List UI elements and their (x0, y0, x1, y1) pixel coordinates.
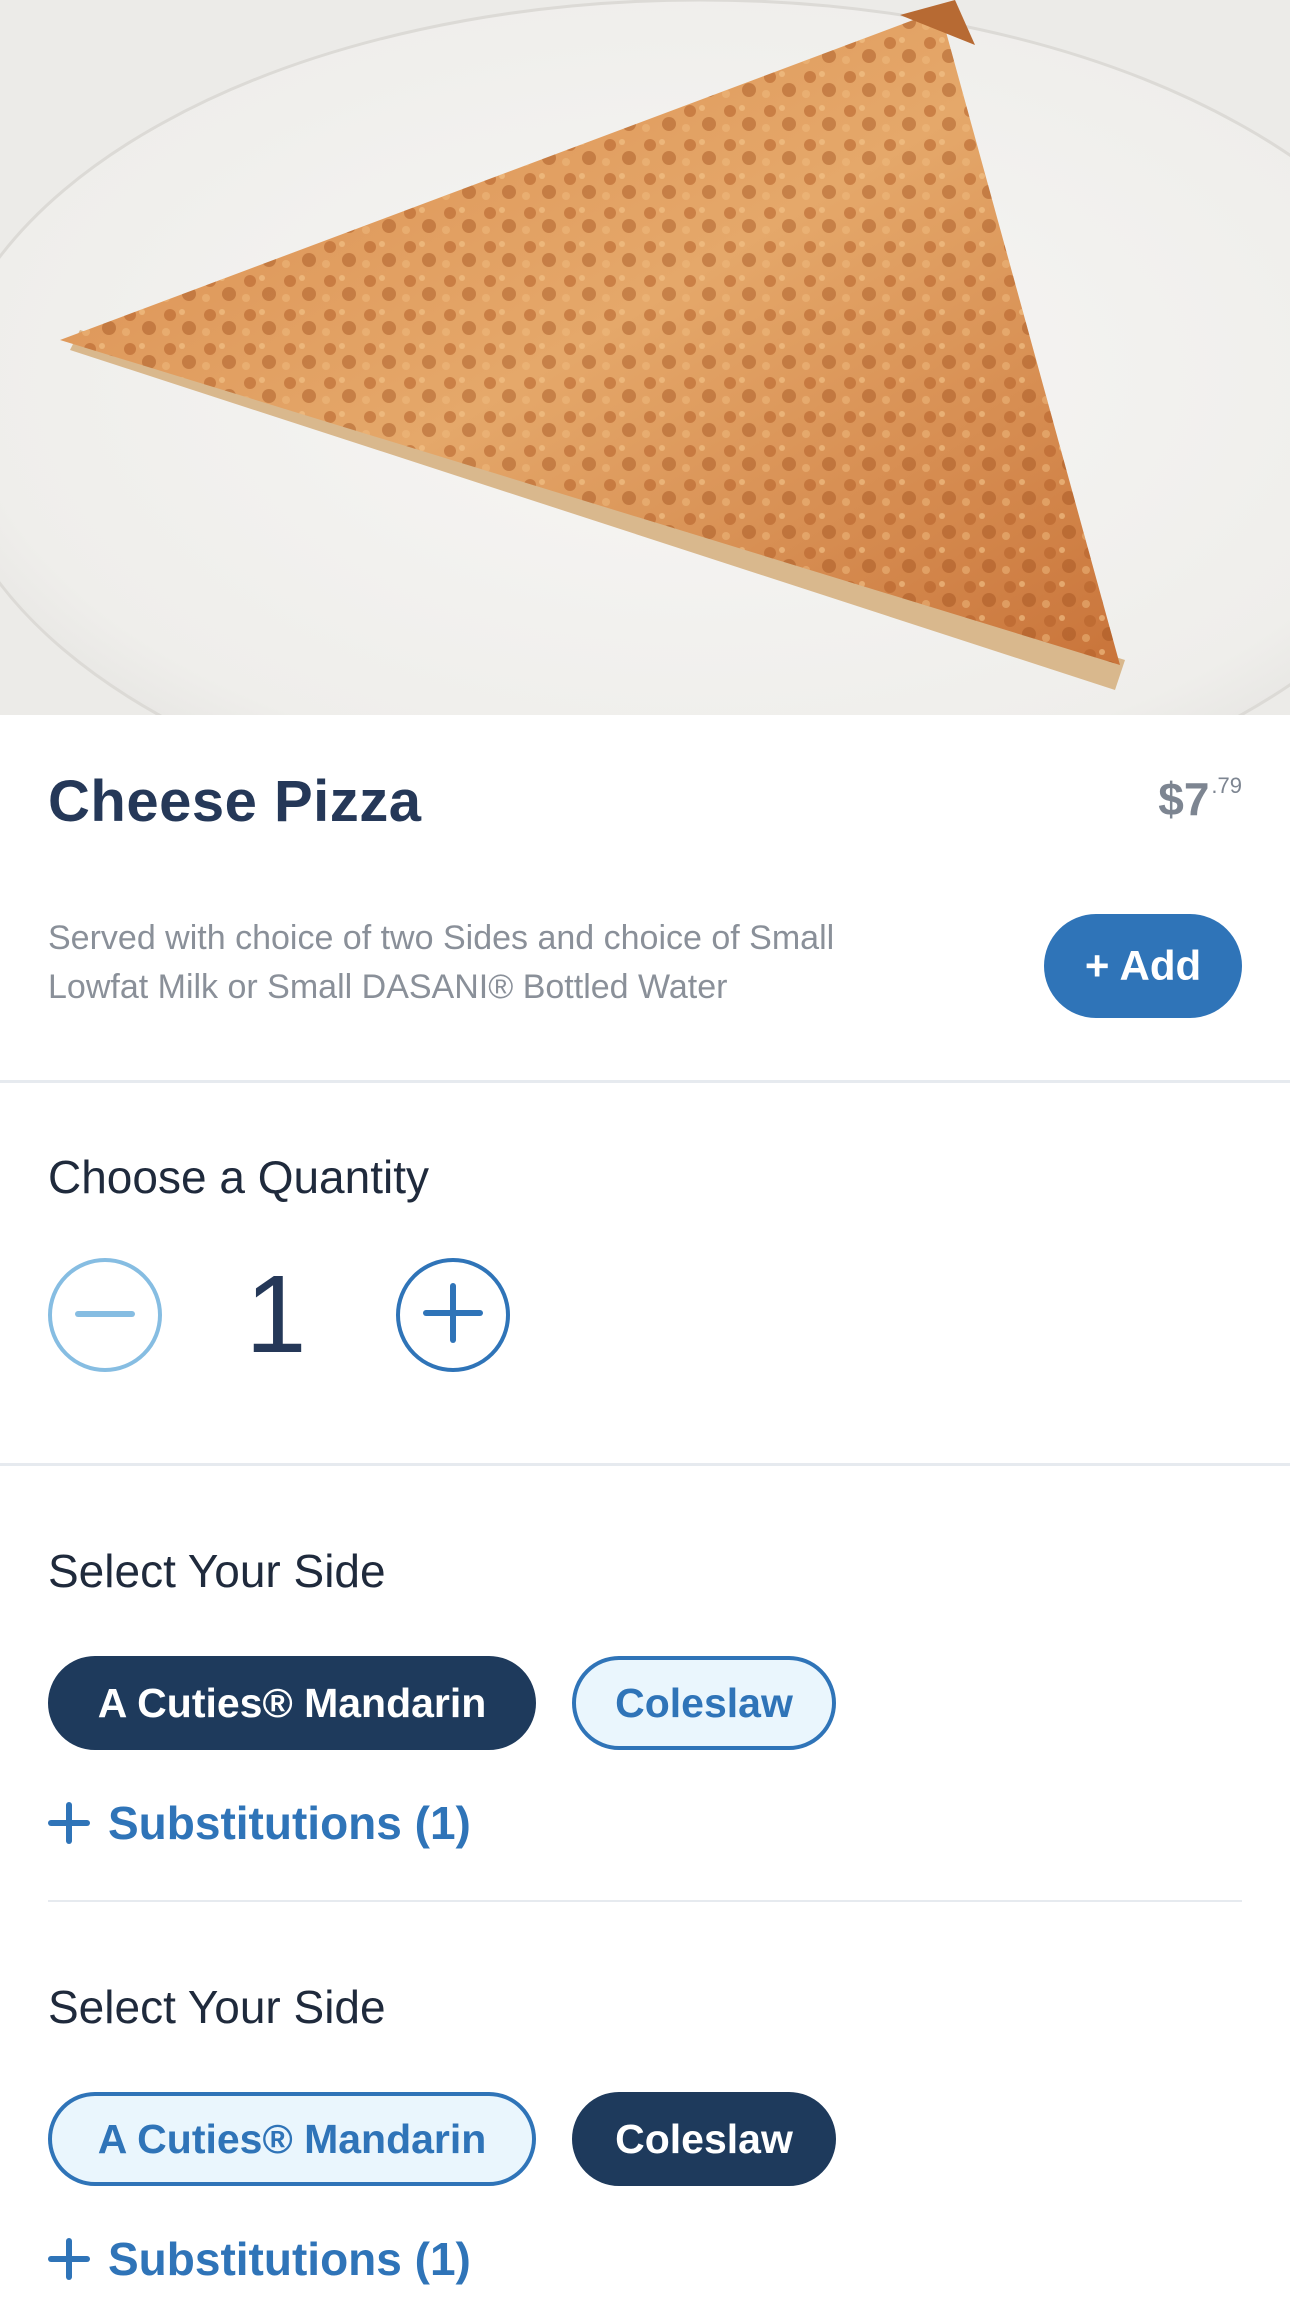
item-photo (0, 0, 1290, 715)
substitutions-label: Substitutions (1) (108, 2233, 471, 2285)
price-cents: .79 (1211, 773, 1242, 798)
side-option-coleslaw[interactable]: Coleslaw (572, 2092, 836, 2186)
add-button[interactable]: + Add (1044, 914, 1242, 1018)
decrease-quantity-button[interactable] (48, 1258, 162, 1372)
minus-circle-icon (75, 1306, 135, 1324)
section-divider (0, 1463, 1290, 1466)
item-title: Cheese Pizza (48, 769, 422, 834)
side-divider (48, 1900, 1242, 1902)
item-description: Served with choice of two Sides and choi… (48, 919, 835, 1006)
increase-quantity-button[interactable] (396, 1258, 510, 1372)
substitutions-label: Substitutions (1) (108, 1797, 471, 1849)
side-option-cuties-mandarin[interactable]: A Cuties® Mandarin (48, 2092, 536, 2186)
section-divider (0, 1080, 1290, 1083)
quantity-heading: Choose a Quantity (48, 1151, 430, 1203)
substitutions-link-1[interactable]: Substitutions (1) (48, 1793, 471, 1853)
quantity-value: 1 (245, 1253, 307, 1376)
price-dollars: $7 (1158, 773, 1210, 825)
side-option-cuties-mandarin[interactable]: A Cuties® Mandarin (48, 1656, 536, 1750)
item-price: $7.79 (1158, 772, 1242, 826)
item-header: Cheese Pizza $7.79 (48, 768, 1242, 838)
side-heading-1: Select Your Side (48, 1545, 386, 1597)
pizza-slice-image (0, 0, 1290, 715)
plus-icon (48, 2238, 90, 2280)
side-heading-2: Select Your Side (48, 1981, 386, 2033)
substitutions-link-2[interactable]: Substitutions (1) (48, 2229, 471, 2289)
plus-icon (48, 1802, 90, 1844)
side-option-coleslaw[interactable]: Coleslaw (572, 1656, 836, 1750)
plus-circle-icon (423, 1282, 483, 1348)
